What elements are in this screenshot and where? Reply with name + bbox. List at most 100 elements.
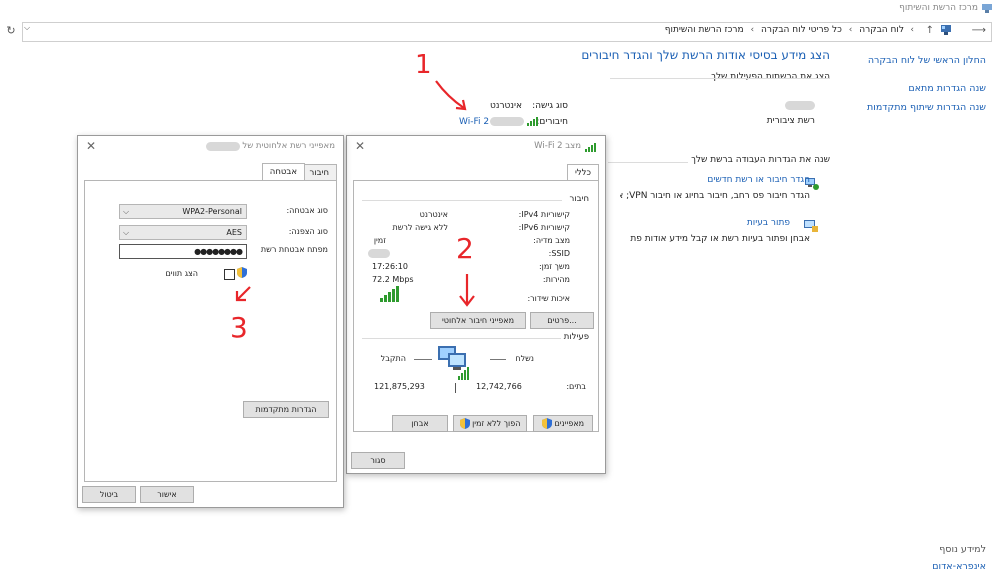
breadcrumb: לוח הבקרה › כל פריטי לוח הבקרה › מרכז הר… xyxy=(664,25,904,35)
signal-quality-label: איכות שידור: xyxy=(527,294,570,303)
network-center-icon xyxy=(982,4,992,13)
media-state-label: מצב מדיה: xyxy=(533,236,570,245)
active-networks-header: הצג את הרשתות הפעילות שלך xyxy=(711,72,830,82)
disable-label: הפוך ללא זמין xyxy=(472,419,521,428)
close-button[interactable]: סגור xyxy=(351,452,405,469)
ssid-value-blurred xyxy=(368,249,390,261)
bytes-received-value: 121,875,293 xyxy=(374,382,425,391)
divider xyxy=(490,359,506,360)
tab-connection[interactable]: חיבור xyxy=(301,164,337,181)
security-key-input[interactable]: ●●●●●●●● xyxy=(119,244,247,259)
divider xyxy=(362,200,562,201)
wifi-signal-icon xyxy=(585,142,597,152)
speed-value: 72.2 Mbps xyxy=(372,275,414,284)
network-type: רשת ציבורית xyxy=(766,116,815,126)
ipv6-value: ללא גישה לרשת xyxy=(392,223,449,232)
divider xyxy=(608,162,688,163)
up-arrow-icon[interactable]: ↑ xyxy=(926,25,934,36)
wireless-properties-button[interactable]: מאפייני חיבור אלחוטי xyxy=(430,312,526,329)
security-type-value: WPA2-Personal xyxy=(182,207,242,216)
show-characters-checkbox[interactable] xyxy=(224,269,235,280)
ipv4-label: קישוריות IPv4: xyxy=(518,210,570,219)
dialog-title: מצב Wi-Fi 2 xyxy=(534,141,581,151)
disable-button[interactable]: הפוך ללא זמין xyxy=(453,415,527,432)
details-button[interactable]: פרטים... xyxy=(530,312,594,329)
security-key-value: ●●●●●●●● xyxy=(194,247,243,256)
uac-shield-icon xyxy=(541,418,552,429)
security-type-select[interactable]: ⌵ WPA2-Personal xyxy=(119,204,247,219)
encryption-type-value: AES xyxy=(226,228,242,237)
media-state-value: זמין xyxy=(373,236,386,245)
network-name-blurred xyxy=(785,101,815,113)
wifi-signal-icon xyxy=(527,116,539,126)
ipv4-value: אינטרנט xyxy=(419,210,448,219)
security-type-label: סוג אבטחה: xyxy=(286,206,328,215)
refresh-icon[interactable]: ↻ xyxy=(2,22,20,40)
tab-security[interactable]: אבטחה xyxy=(261,163,305,181)
troubleshoot-icon xyxy=(803,218,819,234)
duration-label: משך זמן: xyxy=(538,262,570,271)
ok-button[interactable]: אישור xyxy=(140,486,194,503)
close-icon[interactable]: ✕ xyxy=(355,139,365,153)
divider xyxy=(362,338,562,339)
security-panel: סוג אבטחה: ⌵ WPA2-Personal סוג הצפנה: ⌵ … xyxy=(84,180,337,482)
speed-label: מהירות: xyxy=(542,275,570,284)
ssid-label: SSID: xyxy=(548,249,570,258)
sent-label: נשלח xyxy=(515,354,534,363)
sidebar-item-sharing[interactable]: שנה הגדרות שיתוף מתקדמות xyxy=(867,102,986,113)
change-settings-header: שנה את הגדרות העבודה ברשת שלך xyxy=(691,155,830,165)
divider xyxy=(455,383,456,393)
access-type-value: אינטרנט xyxy=(490,101,522,111)
annotation-2: 2 xyxy=(456,232,474,265)
encryption-type-label: סוג הצפנה: xyxy=(288,227,328,236)
chevron-down-icon[interactable]: ⌵ xyxy=(24,23,30,33)
sidebar-item-adapter[interactable]: שנה הגדרות מתאם xyxy=(908,83,986,94)
annotation-arrow-3 xyxy=(235,286,251,302)
close-icon[interactable]: ✕ xyxy=(86,139,96,153)
troubleshoot-link[interactable]: פתור בעיות xyxy=(747,218,790,228)
show-characters-label: הצג תווים xyxy=(165,269,198,278)
page-title: הצג מידע בסיסי אודות הרשת שלך והגדר חיבו… xyxy=(581,48,830,62)
connections-label: חיבורים: xyxy=(536,117,568,127)
breadcrumb-item[interactable]: מרכז הרשת והשיתוף xyxy=(665,25,744,35)
uac-shield-icon xyxy=(459,418,470,429)
cancel-button[interactable]: ביטול xyxy=(82,486,136,503)
divider xyxy=(610,78,830,79)
breadcrumb-item[interactable]: כל פריטי לוח הבקרה xyxy=(761,25,842,35)
chevron-down-icon: ⌵ xyxy=(123,228,130,237)
back-arrow-icon[interactable]: ⟶ xyxy=(972,25,986,36)
connection-legend: חיבור xyxy=(566,194,592,204)
received-label: התקבל xyxy=(380,354,406,363)
connection-name-blurred xyxy=(490,117,524,129)
control-panel-icon xyxy=(940,24,952,36)
annotation-1: 1 xyxy=(415,50,432,80)
encryption-type-select[interactable]: ⌵ AES xyxy=(119,225,247,240)
see-also-infrared[interactable]: אינפרא-אדום xyxy=(932,561,986,572)
properties-button[interactable]: מאפיינים xyxy=(533,415,593,432)
security-key-label: מפתח אבטחת רשת xyxy=(260,245,328,254)
network-activity-icon xyxy=(436,344,472,382)
annotation-3: 3 xyxy=(230,311,248,344)
chevron-down-icon: ⌵ xyxy=(123,207,130,216)
properties-label: מאפיינים xyxy=(554,419,585,428)
diagnose-button[interactable]: אבחן xyxy=(392,415,448,432)
setup-connection-link[interactable]: הגדר חיבור או רשת חדשים xyxy=(707,175,810,185)
advanced-settings-button[interactable]: הגדרות מתקדמות xyxy=(243,401,329,418)
see-also-title: למידע נוסף xyxy=(939,544,986,555)
wifi-connection-link[interactable]: Wi-Fi 2 xyxy=(459,117,489,127)
setup-connection-desc: הגדר חיבור פס רחב, חיבור בחיוג או חיבור … xyxy=(620,191,810,201)
bytes-sent-value: 12,742,766 xyxy=(476,382,522,391)
breadcrumb-item[interactable]: לוח הבקרה xyxy=(859,25,904,35)
annotation-arrow-1 xyxy=(435,80,467,111)
dialog-title: מאפייני רשת אלחוטית של xyxy=(242,141,335,151)
uac-shield-icon xyxy=(237,267,247,278)
signal-quality-icon xyxy=(380,286,402,302)
activity-legend: פעילות xyxy=(560,332,592,342)
wireless-properties-dialog: מאפייני רשת אלחוטית של ✕ חיבור אבטחה סוג… xyxy=(77,135,344,508)
sidebar-item-home[interactable]: החלון הראשי של לוח הבקרה xyxy=(868,55,986,66)
access-type-label: סוג גישה: xyxy=(532,101,568,111)
bytes-label: בתים: xyxy=(566,382,586,391)
troubleshoot-desc: אבחן ופתור בעיות רשת או קבל מידע אודות פ… xyxy=(630,234,810,244)
network-name-blurred xyxy=(206,142,240,154)
annotation-arrow-2 xyxy=(459,274,475,307)
